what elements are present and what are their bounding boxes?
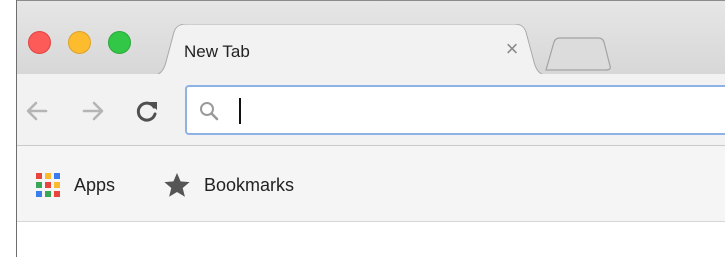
bookmarks-bar	[17, 146, 725, 222]
apps-grid-dot	[54, 191, 60, 197]
apps-grid-dot	[45, 173, 51, 179]
forward-button[interactable]	[80, 98, 106, 124]
new-tab-button[interactable]	[540, 36, 612, 72]
apps-grid-dot	[36, 182, 42, 188]
minimize-window-button[interactable]	[68, 31, 91, 54]
apps-grid-dot	[45, 191, 51, 197]
apps-grid-dot	[36, 191, 42, 197]
back-button[interactable]	[24, 98, 50, 124]
apps-grid-icon	[36, 173, 60, 197]
apps-grid-dot	[54, 173, 60, 179]
apps-grid-dot	[45, 182, 51, 188]
tab-new-tab[interactable]: New Tab ×	[150, 24, 550, 76]
tab-title: New Tab	[184, 42, 250, 61]
address-input[interactable]	[231, 95, 711, 125]
close-window-button[interactable]	[28, 31, 51, 54]
reload-button[interactable]	[134, 98, 160, 124]
search-icon	[200, 102, 219, 121]
browser-window: New Tab × Apps Bookmarks	[0, 0, 725, 257]
close-tab-icon[interactable]: ×	[502, 38, 522, 60]
back-arrow-icon	[26, 101, 48, 121]
star-icon	[164, 173, 190, 197]
bookmark-apps[interactable]: Apps	[36, 172, 115, 198]
new-tab-icon	[545, 37, 611, 71]
omnibox[interactable]	[185, 85, 725, 135]
forward-arrow-icon	[82, 101, 104, 121]
text-caret	[239, 98, 241, 124]
apps-grid-dot	[36, 173, 42, 179]
bookmark-bookmarks[interactable]: Bookmarks	[163, 172, 294, 198]
bookmark-bookmarks-label: Bookmarks	[204, 174, 295, 195]
page-content	[17, 222, 725, 257]
reload-icon	[136, 101, 157, 122]
bookmark-apps-label: Apps	[74, 174, 116, 195]
apps-grid-dot	[54, 182, 60, 188]
zoom-window-button[interactable]	[108, 31, 131, 54]
